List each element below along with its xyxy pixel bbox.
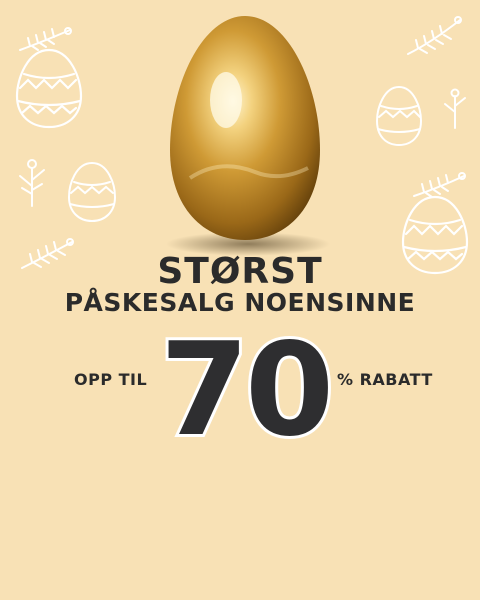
- discount-suffix: % RABATT: [337, 370, 433, 389]
- flower-sprig-icon: [19, 159, 45, 207]
- decorated-egg-icon: [375, 85, 423, 147]
- easter-sale-banner: STØRST PÅSKESALG NOENSINNE OPP TIL 70 % …: [0, 0, 480, 600]
- headline: STØRST: [157, 251, 323, 292]
- svg-text:70: 70: [160, 322, 330, 452]
- flower-sprig-icon: [407, 16, 462, 55]
- flower-sprig-icon: [19, 27, 72, 51]
- decorated-egg-icon: [15, 48, 83, 129]
- decorated-egg-icon: [67, 161, 117, 223]
- discount-value: 70: [157, 322, 337, 452]
- flower-sprig-icon: [444, 88, 466, 129]
- golden-egg-icon: [166, 16, 330, 256]
- subheadline: PÅSKESALG NOENSINNE: [64, 288, 416, 317]
